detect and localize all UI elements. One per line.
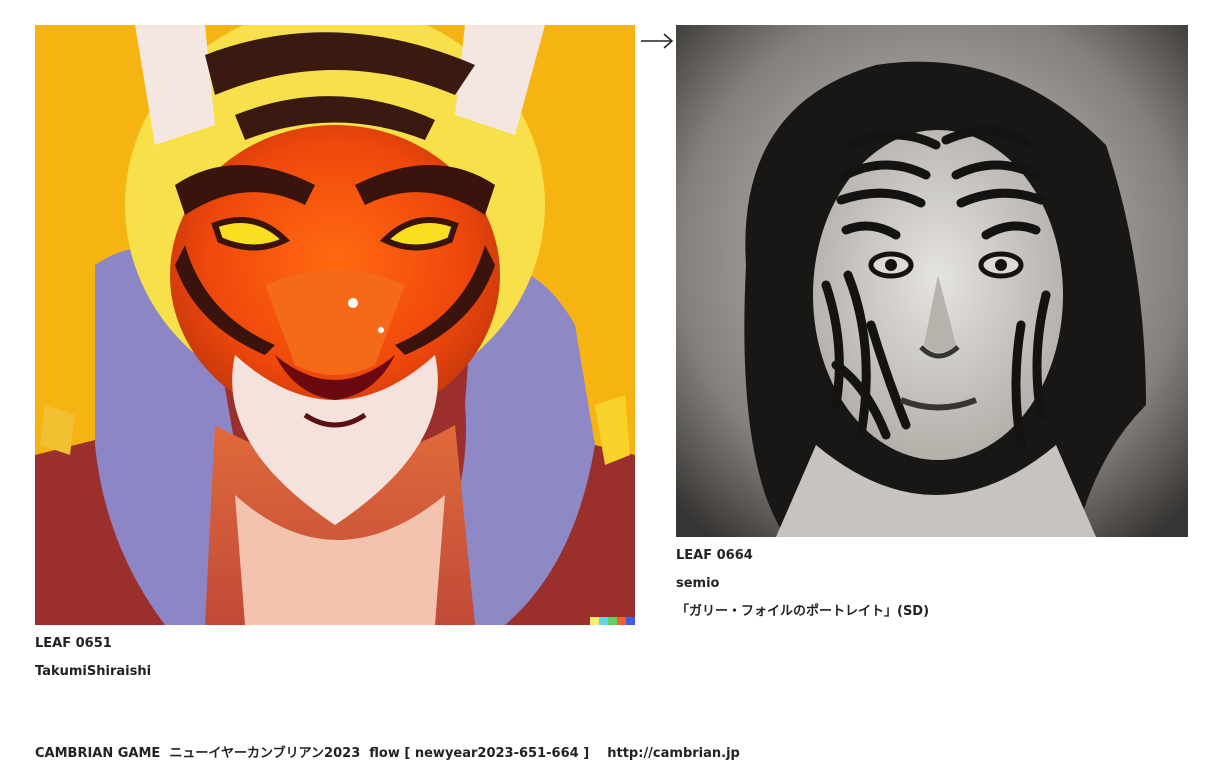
- right-leaf-id: LEAF 0664: [676, 548, 753, 563]
- right-leaf-author[interactable]: semio: [676, 576, 720, 592]
- left-leaf-id: LEAF 0651: [35, 636, 112, 651]
- footer-game-text: CAMBRIAN GAME ニューイヤーカンブリアン2023 flow [ ne…: [35, 746, 590, 761]
- footer: CAMBRIAN GAME ニューイヤーカンブリアン2023 flow [ ne…: [35, 746, 740, 762]
- arrow-icon: [640, 31, 674, 51]
- left-leaf-author[interactable]: TakumiShiraishi: [35, 664, 151, 680]
- footer-url-link[interactable]: http://cambrian.jp: [607, 746, 740, 761]
- right-leaf-title: 「ガリー・フォイルのポートレイト」(SD): [676, 604, 930, 619]
- left-leaf-image[interactable]: [35, 25, 635, 625]
- tiger-painting-image: [35, 25, 635, 625]
- striped-face-photo-image: [676, 25, 1188, 537]
- right-leaf-image[interactable]: [676, 25, 1188, 537]
